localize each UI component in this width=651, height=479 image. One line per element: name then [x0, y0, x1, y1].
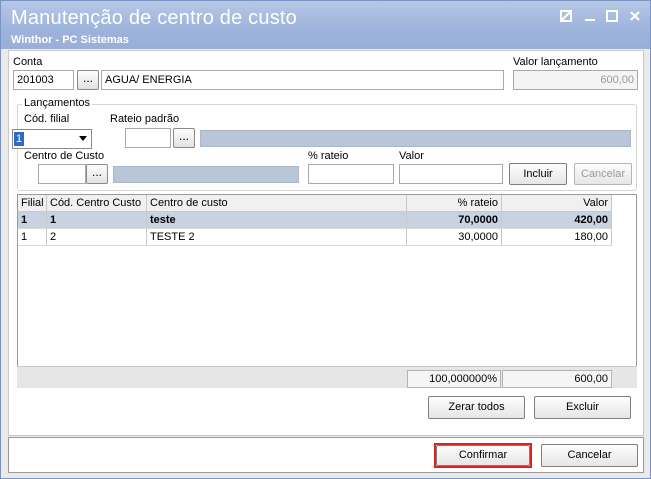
table-cell[interactable]: 70,0000 — [407, 212, 502, 229]
cod-filial-value: 1 — [14, 132, 25, 146]
restore-icon[interactable] — [558, 9, 574, 25]
window-title: Manutenção de centro de custo — [11, 7, 297, 29]
valor-field[interactable] — [399, 164, 503, 184]
centro-custo-description — [113, 166, 299, 183]
minimize-icon[interactable] — [582, 9, 598, 25]
column-header-cod-centro-custo[interactable]: Cód. Centro Custo — [47, 195, 147, 212]
table-cell[interactable]: 1 — [47, 212, 147, 229]
centro-custo-field[interactable] — [38, 164, 86, 184]
conta-label: Conta — [13, 56, 43, 68]
rateio-padrao-label: Rateio padrão — [110, 113, 180, 125]
rateio-table[interactable]: Filial Cód. Centro Custo Centro de custo… — [17, 194, 637, 388]
conta-lookup-button[interactable]: ... — [77, 70, 99, 90]
table-cell[interactable]: 420,00 — [502, 212, 612, 229]
incluir-button[interactable]: Incluir — [509, 163, 567, 185]
lancamentos-group-title: Lançamentos — [22, 97, 93, 109]
valor-label: Valor — [399, 150, 424, 162]
column-header-perc-rateio[interactable]: % rateio — [407, 195, 502, 212]
chevron-down-icon[interactable] — [79, 136, 87, 141]
valor-lancamento-label: Valor lançamento — [513, 56, 598, 68]
cancelar-button[interactable]: Cancelar — [541, 444, 638, 467]
table-cell[interactable]: TESTE 2 — [147, 229, 407, 246]
zerar-todos-button[interactable]: Zerar todos — [428, 396, 525, 419]
title-bar[interactable]: Manutenção de centro de custo Winthor - … — [1, 1, 650, 49]
table-cell[interactable]: 1 — [18, 229, 47, 246]
table-cell[interactable]: 1 — [18, 212, 47, 229]
column-header-valor[interactable]: Valor — [502, 195, 612, 212]
close-icon[interactable] — [627, 9, 643, 25]
main-panel: Conta 201003 ... AGUA/ ENERGIA Valor lan… — [8, 50, 644, 436]
cod-filial-label: Cód. filial — [24, 113, 70, 125]
window-subtitle: Winthor - PC Sistemas — [11, 34, 129, 46]
highlight-frame — [434, 443, 532, 468]
perc-rateio-label: % rateio — [308, 150, 349, 162]
dialog-window: Manutenção de centro de custo Winthor - … — [0, 0, 651, 479]
rateio-padrao-description — [200, 130, 631, 147]
centro-custo-label: Centro de Custo — [24, 150, 105, 162]
table-cell[interactable]: teste — [147, 212, 407, 229]
total-perc-rateio: 100,000000% — [407, 370, 501, 388]
rateio-padrao-field[interactable] — [125, 128, 171, 148]
perc-rateio-field[interactable] — [308, 164, 394, 184]
centro-custo-lookup-button[interactable]: ... — [86, 164, 108, 184]
conta-code-field[interactable]: 201003 — [13, 70, 74, 90]
table-cell[interactable]: 30,0000 — [407, 229, 502, 246]
rateio-padrao-lookup-button[interactable]: ... — [173, 128, 195, 148]
total-valor: 600,00 — [502, 370, 612, 388]
column-header-centro-custo[interactable]: Centro de custo — [147, 195, 407, 212]
maximize-icon[interactable] — [604, 9, 620, 25]
cod-filial-select[interactable]: 1 — [12, 129, 92, 149]
table-cell[interactable]: 2 — [47, 229, 147, 246]
conta-description-field[interactable]: AGUA/ ENERGIA — [101, 70, 504, 90]
table-cell[interactable]: 180,00 — [502, 229, 612, 246]
table-summary-bar: 100,000000% 600,00 — [17, 366, 637, 388]
valor-lancamento-field: 600,00 — [513, 70, 638, 90]
excluir-button[interactable]: Excluir — [534, 396, 631, 419]
cancelar-lancamento-button[interactable]: Cancelar — [574, 163, 632, 185]
column-header-filial[interactable]: Filial — [18, 195, 47, 212]
